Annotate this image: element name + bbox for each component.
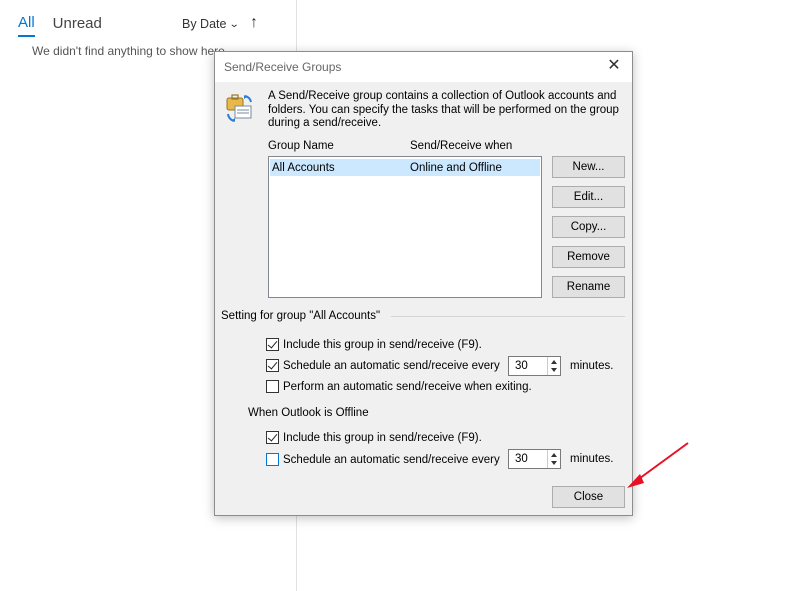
empty-message: We didn't find anything to show here.	[32, 44, 229, 58]
offline-schedule-label: Schedule an automatic send/receive every	[283, 453, 500, 466]
sort-by-date-button[interactable]: By Date ⌄	[182, 17, 241, 31]
spin-buttons	[547, 357, 560, 375]
offline-minutes-stepper[interactable]: 30	[508, 449, 561, 469]
copy-button[interactable]: Copy...	[552, 216, 625, 238]
rename-button[interactable]: Rename	[552, 276, 625, 298]
offline-include-checkbox[interactable]	[266, 431, 279, 444]
online-include-row[interactable]: Include this group in send/receive (F9).	[266, 338, 482, 351]
edit-button[interactable]: Edit...	[552, 186, 625, 208]
offline-include-row[interactable]: Include this group in send/receive (F9).	[266, 431, 482, 444]
online-exiting-label: Perform an automatic send/receive when e…	[283, 380, 532, 393]
offline-schedule-checkbox[interactable]	[266, 453, 279, 466]
online-include-checkbox[interactable]	[266, 338, 279, 351]
dialog-title: Send/Receive Groups	[224, 60, 342, 74]
remove-button[interactable]: Remove	[552, 246, 625, 268]
online-exiting-checkbox[interactable]	[266, 380, 279, 393]
send-receive-groups-icon	[226, 94, 252, 122]
online-minutes-stepper[interactable]: 30	[508, 356, 561, 376]
chevron-down-icon: ⌄	[229, 18, 241, 30]
close-button[interactable]: Close	[552, 486, 625, 508]
offline-minutes-value: 30	[515, 453, 528, 465]
spin-buttons	[547, 450, 560, 468]
send-receive-groups-dialog: Send/Receive Groups ✕ A Send/Receive gro…	[214, 51, 633, 516]
online-exiting-row[interactable]: Perform an automatic send/receive when e…	[266, 380, 532, 393]
spin-up-icon[interactable]	[551, 453, 557, 457]
filter-tabs: All Unread	[18, 14, 120, 37]
dialog-titlebar[interactable]: Send/Receive Groups ✕	[215, 52, 632, 82]
online-schedule-label: Schedule an automatic send/receive every	[283, 359, 500, 372]
list-item[interactable]: All Accounts Online and Offline	[270, 159, 540, 176]
groups-listbox[interactable]: All Accounts Online and Offline	[268, 156, 542, 298]
sort-label: By Date	[182, 17, 227, 31]
close-icon[interactable]: ✕	[603, 56, 625, 78]
online-schedule-row[interactable]: Schedule an automatic send/receive every	[266, 359, 500, 372]
offline-schedule-row[interactable]: Schedule an automatic send/receive every	[266, 453, 500, 466]
tab-all[interactable]: All	[18, 14, 35, 37]
online-schedule-checkbox[interactable]	[266, 359, 279, 372]
offline-section-label: When Outlook is Offline	[248, 407, 369, 419]
group-divider	[391, 316, 625, 317]
new-button[interactable]: New...	[552, 156, 625, 178]
offline-minutes-unit: minutes.	[570, 453, 614, 465]
spin-down-icon[interactable]	[551, 461, 557, 465]
spin-down-icon[interactable]	[551, 368, 557, 372]
offline-include-label: Include this group in send/receive (F9).	[283, 431, 482, 444]
spin-up-icon[interactable]	[551, 360, 557, 364]
online-minutes-unit: minutes.	[570, 360, 614, 372]
tab-unread[interactable]: Unread	[53, 15, 102, 37]
sort-arrow-icon[interactable]: ↑	[250, 14, 258, 32]
online-include-label: Include this group in send/receive (F9).	[283, 338, 482, 351]
intro-text: A Send/Receive group contains a collecti…	[268, 90, 619, 129]
group-name-cell: All Accounts	[272, 161, 335, 174]
setting-group-label: Setting for group "All Accounts"	[221, 310, 381, 322]
online-minutes-value: 30	[515, 360, 528, 372]
column-header-group-name: Group Name	[268, 140, 334, 152]
column-header-send-receive-when: Send/Receive when	[410, 140, 513, 152]
group-when-cell: Online and Offline	[410, 161, 502, 174]
